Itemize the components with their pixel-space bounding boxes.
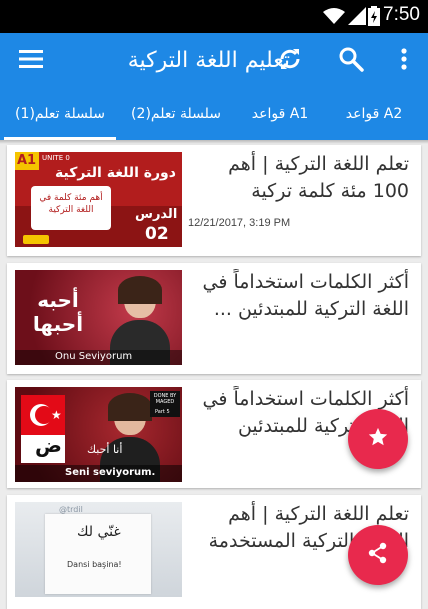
arabic-phrase: أنا أحبك xyxy=(87,443,123,456)
part-label: Part 5 xyxy=(155,409,170,415)
channel-logo xyxy=(23,235,49,244)
lesson-word: الدرس xyxy=(135,207,178,222)
letter-badge: ض xyxy=(35,433,62,457)
arabic-phrase: غنّي لك xyxy=(77,524,121,540)
star-icon xyxy=(367,426,389,452)
hamburger-icon xyxy=(19,49,43,73)
battery-icon xyxy=(368,6,380,30)
course-title: أهم مئة كلمة في اللغة التركية xyxy=(39,193,103,215)
menu-button[interactable] xyxy=(9,33,53,89)
status-clock: 7:50 xyxy=(383,4,420,25)
status-bar: 7:50 xyxy=(0,0,428,33)
video-card[interactable]: أحبه أحبها Onu Seviyorum أكثر الكلمات اس… xyxy=(7,263,421,374)
refresh-icon xyxy=(277,46,303,76)
tab-grammar-a1[interactable]: قواعد A1 xyxy=(240,89,320,140)
tab-shadow xyxy=(0,140,428,144)
overflow-menu-button[interactable] xyxy=(382,33,426,89)
tab-series-2[interactable]: سلسلة تعلم(2) xyxy=(122,89,230,140)
turkish-phrase: Onu Seviyorum xyxy=(55,351,133,362)
tab-series-1[interactable]: سلسلة تعلم(1) xyxy=(4,89,116,140)
channel-handle: @trdil xyxy=(59,505,83,514)
wifi-icon xyxy=(323,7,345,29)
favorites-fab[interactable] xyxy=(348,409,408,469)
series-title: دورة اللغة التركية xyxy=(55,165,176,181)
video-title[interactable]: تعلم اللغة التركية | أهم 100 مئة كلمة تر… xyxy=(191,151,409,205)
turkish-phrase: Seni seviyorum. xyxy=(65,467,156,478)
video-date: 12/21/2017, 3:19 PM xyxy=(188,217,291,229)
share-fab[interactable] xyxy=(348,525,408,585)
refresh-button[interactable] xyxy=(268,33,312,89)
unit-label: UNITE 0 xyxy=(42,154,70,162)
search-button[interactable] xyxy=(329,33,373,89)
tab-bar: قواعد A2 قواعد A1 سلسلة تعلم(2) سلسلة تع… xyxy=(0,89,428,140)
level-badge: A1 xyxy=(17,153,37,168)
app-title: تعليم اللغة التركية xyxy=(127,48,290,73)
search-icon xyxy=(338,46,364,76)
app-bar: تعليم اللغة التركية xyxy=(0,33,428,89)
signal-icon xyxy=(348,7,366,29)
video-thumbnail[interactable]: @trdil غنّي لك Dansi başina! xyxy=(15,502,182,597)
tab-grammar-a2[interactable]: قواعد A2 xyxy=(332,89,416,140)
share-icon xyxy=(368,542,388,568)
video-thumbnail[interactable]: A1 UNITE 0 دورة اللغة التركية أهم مئة كل… xyxy=(15,152,182,247)
arabic-phrase: أحبه أحبها xyxy=(32,288,84,336)
more-vert-icon xyxy=(401,48,407,74)
turkish-flag-icon: ★ xyxy=(21,395,65,435)
turkish-phrase: Dansi başina! xyxy=(67,560,122,569)
done-by-label: DONE BY MAGED xyxy=(153,393,177,405)
video-thumbnail[interactable]: ★ ض DONE BY MAGED Part 5 أنا أحبك Seni s… xyxy=(15,387,182,482)
video-thumbnail[interactable]: أحبه أحبها Onu Seviyorum xyxy=(15,270,182,365)
video-title[interactable]: أكثر الكلمات استخداماً في اللغة التركية … xyxy=(191,269,409,323)
video-card[interactable]: A1 UNITE 0 دورة اللغة التركية أهم مئة كل… xyxy=(7,145,421,256)
lesson-number: 02 xyxy=(145,224,169,244)
